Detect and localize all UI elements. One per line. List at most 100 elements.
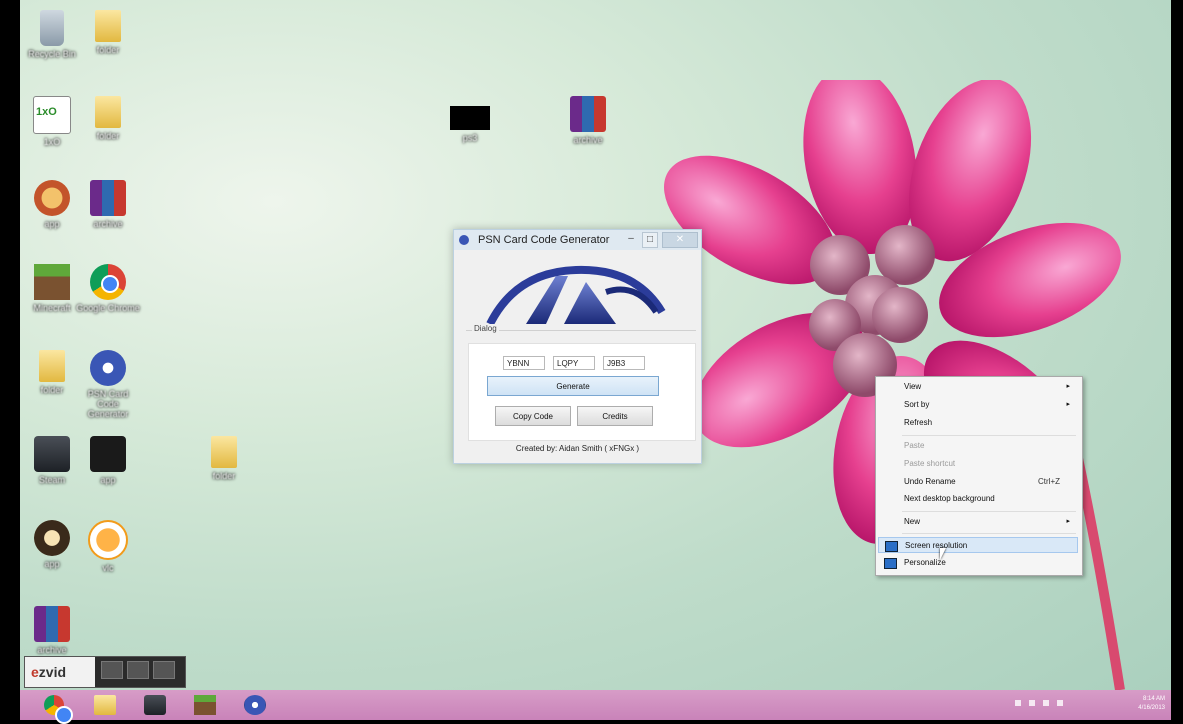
tray-volume-icon[interactable] xyxy=(1043,700,1049,706)
taskbar[interactable]: 8:14 AM 4/16/2013 xyxy=(20,690,1171,724)
tray-flag-icon[interactable] xyxy=(1057,700,1063,706)
desktop-icon-folder[interactable]: folder xyxy=(76,10,140,55)
menu-item-sort-by[interactable]: Sort by ▸ xyxy=(878,397,1078,413)
personalize-icon xyxy=(884,558,897,569)
ezvid-logo: ezvid xyxy=(25,657,95,687)
desktop-icon-label: folder xyxy=(96,131,120,141)
desktop-icon-1xo[interactable]: 1xO xyxy=(20,96,84,147)
taskbar-item-minecraft[interactable] xyxy=(184,692,224,718)
code-field-2[interactable]: LQPY xyxy=(553,356,595,370)
desktop-icon-label: ps3 xyxy=(462,133,478,143)
winrar-icon xyxy=(34,606,70,642)
clock-time: 8:14 AM xyxy=(1142,696,1165,702)
desktop-icon-psn-generator[interactable]: PSN Card Code Generator xyxy=(76,350,140,419)
psn-logo xyxy=(486,265,666,324)
menu-item-screen-resolution[interactable]: Screen resolution xyxy=(878,537,1078,553)
chrome-icon xyxy=(90,264,126,300)
monitor-icon xyxy=(885,541,898,552)
ezvid-button[interactable] xyxy=(101,661,123,679)
desktop-icon-winrar[interactable]: archive xyxy=(76,180,140,229)
ps3-icon xyxy=(450,106,490,130)
desktop-icon-folder[interactable]: folder xyxy=(20,350,84,395)
folder-icon xyxy=(95,96,121,128)
generate-button[interactable]: Generate xyxy=(487,376,659,396)
copy-code-button[interactable]: Copy Code xyxy=(495,406,571,426)
window-titlebar[interactable]: PSN Card Code Generator – □ ✕ xyxy=(454,230,701,250)
dialog-panel: YBNN LQPY J9B3 Generate Copy Code Credit… xyxy=(468,343,696,441)
desktop-icon-steam[interactable]: Steam xyxy=(20,436,84,485)
desktop-icon-recycle-bin[interactable]: Recycle Bin xyxy=(20,10,84,59)
desktop-icon-folder[interactable]: folder xyxy=(76,96,140,141)
clock[interactable]: 8:14 AM 4/16/2013 xyxy=(1138,695,1165,713)
psn-icon xyxy=(244,695,266,715)
app-icon xyxy=(34,520,70,556)
menu-item-undo-rename[interactable]: Undo Rename Ctrl+Z xyxy=(878,474,1078,490)
submenu-arrow-icon: ▸ xyxy=(1066,401,1070,408)
desktop-icon-label: Steam xyxy=(38,475,65,485)
desktop-icon-minecraft[interactable]: Minecraft xyxy=(20,264,84,313)
menu-item-label: Sort by xyxy=(904,400,930,409)
desktop-icon-label: folder xyxy=(40,385,64,395)
steam-icon xyxy=(144,695,166,715)
tray-network-icon[interactable] xyxy=(1029,700,1035,706)
desktop-icon-folder[interactable]: folder xyxy=(192,436,256,481)
psn-icon xyxy=(459,235,469,245)
menu-item-label: Paste xyxy=(904,441,925,450)
menu-item-shortcut: Ctrl+Z xyxy=(1038,477,1060,486)
taskbar-item-explorer[interactable] xyxy=(84,692,124,718)
desktop-icon-label: archive xyxy=(573,135,603,145)
menu-item-refresh[interactable]: Refresh xyxy=(878,415,1078,431)
menu-item-new[interactable]: New ▸ xyxy=(878,514,1078,530)
close-button[interactable]: ✕ xyxy=(662,232,698,248)
minecraft-icon xyxy=(34,264,70,300)
desktop-icon-winrar[interactable]: archive xyxy=(556,96,620,145)
tray-arrow-icon[interactable] xyxy=(1015,700,1021,706)
ezvid-button[interactable] xyxy=(153,661,175,679)
menu-item-label: View xyxy=(904,382,922,391)
folder-icon xyxy=(95,10,121,42)
chrome-icon xyxy=(44,695,73,724)
credits-button[interactable]: Credits xyxy=(577,406,653,426)
desktop-icon-winrar[interactable]: archive xyxy=(20,606,84,655)
menu-item-label: Paste shortcut xyxy=(904,459,956,468)
credits-footer: Created by: Aidan Smith ( xFNGx ) xyxy=(515,444,640,453)
desktop-icon-label: app xyxy=(44,219,60,229)
menu-separator xyxy=(902,533,1076,534)
menu-item-personalize[interactable]: Personalize xyxy=(878,555,1078,571)
menu-item-view[interactable]: View ▸ xyxy=(878,379,1078,395)
desktop-icon-app[interactable]: app xyxy=(20,180,84,229)
menu-separator xyxy=(902,435,1076,436)
menu-item-next-background[interactable]: Next desktop background xyxy=(878,491,1078,507)
desktop-icon-app[interactable]: app xyxy=(20,520,84,569)
maximize-button[interactable]: □ xyxy=(642,232,658,248)
steam-icon xyxy=(34,436,70,472)
code-field-1[interactable]: YBNN xyxy=(503,356,545,370)
taskbar-item-chrome[interactable] xyxy=(34,692,74,724)
desktop-icon-ps3[interactable]: ps3 xyxy=(438,98,502,143)
menu-item-label: Next desktop background xyxy=(904,494,995,503)
app-icon xyxy=(33,96,71,134)
psn-generator-window[interactable]: PSN Card Code Generator – □ ✕ Dialog YBN… xyxy=(453,229,702,464)
menu-item-paste[interactable]: Paste xyxy=(878,438,1078,454)
desktop-icon-label: Recycle Bin xyxy=(28,49,76,59)
ezvid-button[interactable] xyxy=(127,661,149,679)
menu-item-paste-shortcut[interactable]: Paste shortcut xyxy=(878,456,1078,472)
desktop-context-menu[interactable]: View ▸ Sort by ▸ Refresh Paste Paste sho… xyxy=(875,376,1083,576)
taskbar-item-psn[interactable] xyxy=(234,692,274,718)
submenu-arrow-icon: ▸ xyxy=(1066,518,1070,525)
desktop-icon-label: app xyxy=(100,475,116,485)
taskbar-item-steam[interactable] xyxy=(134,692,174,718)
desktop-icon-app[interactable]: app xyxy=(76,436,140,485)
desktop-icon-label: Google Chrome xyxy=(76,303,140,313)
desktop-icon-label: folder xyxy=(96,45,120,55)
minimize-button[interactable]: – xyxy=(624,232,638,246)
vlc-icon xyxy=(88,520,128,560)
desktop-icon-chrome[interactable]: Google Chrome xyxy=(76,264,140,313)
desktop-icon-vlc[interactable]: vlc xyxy=(76,520,140,573)
winrar-icon xyxy=(570,96,606,132)
menu-separator xyxy=(902,511,1076,512)
clock-date: 4/16/2013 xyxy=(1138,705,1165,711)
code-field-3[interactable]: J9B3 xyxy=(603,356,645,370)
ezvid-overlay[interactable]: ezvid xyxy=(24,656,186,688)
groupbox-label: Dialog xyxy=(472,324,499,333)
